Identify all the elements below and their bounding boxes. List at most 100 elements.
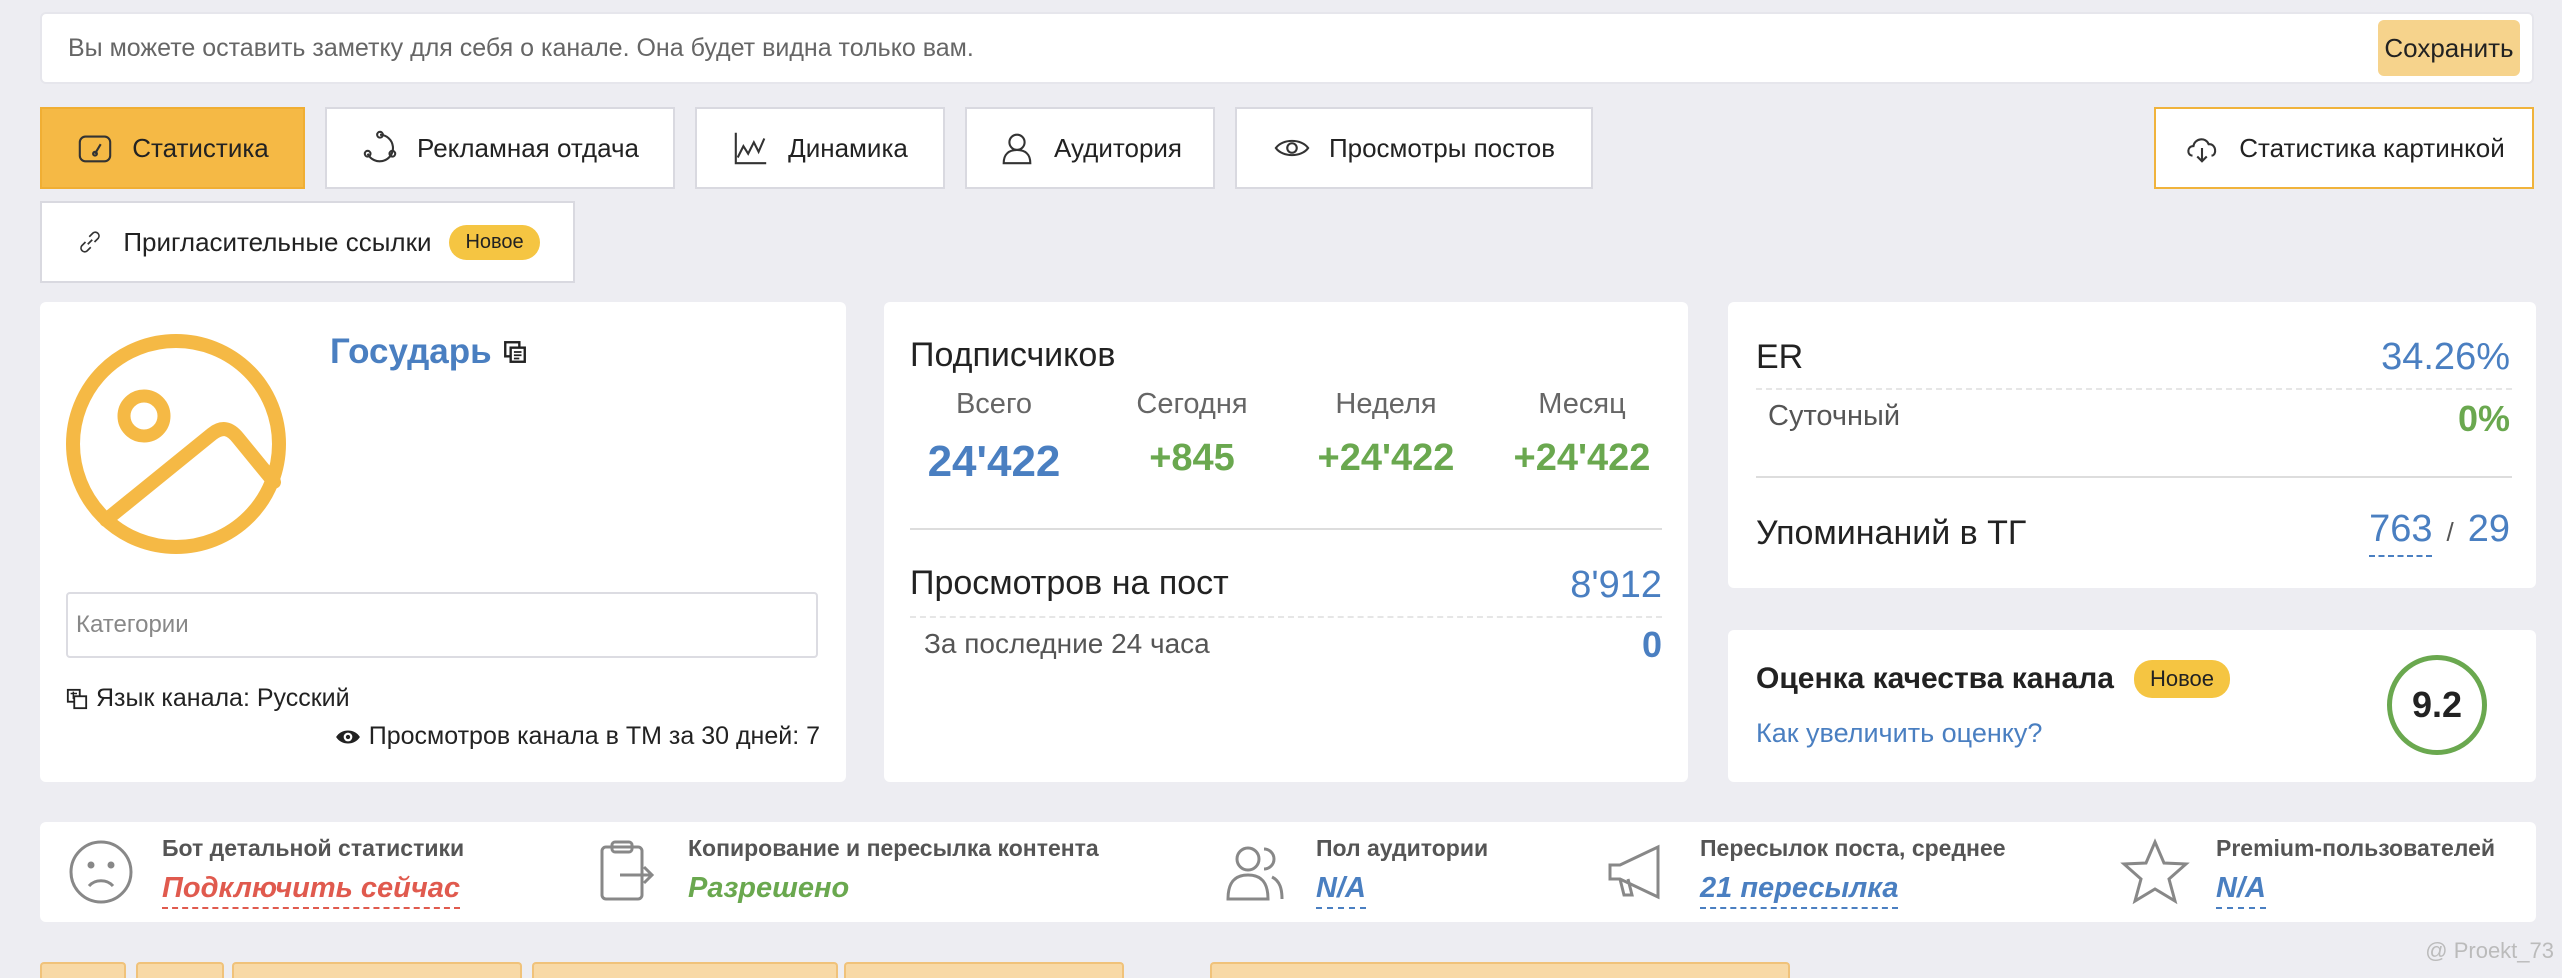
mentions-values: 763 / 29 <box>2369 508 2510 557</box>
column-label: Неделя <box>1335 388 1437 420</box>
channel-name[interactable]: Государь <box>330 332 528 372</box>
new-badge: Новое <box>449 224 540 260</box>
channel-quality-card: Оценка качества канала Новое Как увеличи… <box>1728 630 2536 782</box>
eye-icon <box>1274 139 1310 157</box>
er-daily-value: 0% <box>2457 398 2510 439</box>
channel-tm-views-text: Просмотров канала в ТМ за 30 дней: 7 <box>368 722 820 750</box>
feature-stats-bot: Бот детальной статистики Подключить сейч… <box>66 822 464 922</box>
mentions-label: Упоминаний в ТГ <box>1756 514 2027 552</box>
tab-statistics[interactable]: Статистика <box>40 107 305 189</box>
column-value: 24'422 <box>927 437 1061 486</box>
feature-forwards: Пересылок поста, среднее 21 пересылка <box>1604 822 2006 922</box>
feature-value: Разрешено <box>688 872 850 904</box>
users-icon <box>1226 846 1284 901</box>
divider <box>1756 388 2512 390</box>
star-icon <box>2120 838 2190 905</box>
column-value: +24'422 <box>1513 437 1651 479</box>
watermark: @ Proekt_73 <box>2425 938 2554 963</box>
feature-audience-gender: Пол аудитории N/A <box>1220 822 1488 922</box>
channel-language-text: Язык канала: Русский <box>96 684 350 712</box>
stats-image-button[interactable]: Статистика картинкой <box>2154 107 2534 189</box>
mentions-value[interactable]: 763 <box>2369 508 2433 557</box>
feature-title: Бот детальной статистики <box>162 835 465 861</box>
category-input[interactable] <box>66 592 818 658</box>
divider <box>910 528 1662 530</box>
cloud-download-icon <box>2187 138 2217 163</box>
channel-note-input[interactable] <box>68 14 2368 82</box>
tab-label: Просмотры постов <box>1328 132 1556 163</box>
channel-avatar-placeholder-icon <box>66 334 286 554</box>
tab-label: Рекламная отдача <box>417 132 639 163</box>
tab-invite-links[interactable]: Пригласительные ссылки Новое <box>40 201 575 283</box>
mentions-separator: / <box>2446 517 2454 547</box>
column-label: Сегодня <box>1136 388 1248 420</box>
divider <box>1756 476 2512 478</box>
clipboard-forward-icon <box>600 840 655 901</box>
feature-premium-users: Premium-пользователей N/A <box>2120 822 2495 922</box>
cycle-icon <box>363 130 397 163</box>
subscribers-today: Сегодня +845 <box>1102 388 1282 480</box>
views-per-post-value: 8'912 <box>1570 564 1662 606</box>
views-per-post-label: Просмотров на пост <box>910 564 1229 602</box>
feature-value[interactable]: 21 пересылка <box>1700 872 1899 909</box>
mentions-value-2: 29 <box>2467 508 2510 550</box>
feature-title: Пол аудитории <box>1316 835 1489 861</box>
line-chart-icon <box>734 132 767 165</box>
features-strip: Бот детальной статистики Подключить сейч… <box>40 822 2536 922</box>
user-icon <box>1002 133 1032 165</box>
tab-post-views[interactable]: Просмотры постов <box>1235 107 1593 189</box>
er-card: ER 34.26% Суточный 0% Упоминаний в ТГ 76… <box>1728 302 2536 588</box>
column-value: +845 <box>1149 437 1235 479</box>
er-daily-label: Суточный <box>1768 400 1901 432</box>
period-button[interactable] <box>40 962 126 978</box>
subscribers-week: Неделя +24'422 <box>1296 388 1476 480</box>
subscribers-title: Подписчиков <box>910 336 1116 374</box>
period-button[interactable] <box>232 962 522 978</box>
feature-value[interactable]: N/A <box>2216 872 2266 909</box>
tab-audience[interactable]: Аудитория <box>965 107 1215 189</box>
improve-score-link[interactable]: Как увеличить оценку? <box>1756 718 2042 749</box>
quality-title-row: Оценка качества канала Новое <box>1756 660 2231 698</box>
subscribers-total: Всего 24'422 <box>904 388 1084 487</box>
channel-language: Язык канала: Русский <box>66 684 350 713</box>
column-value: +24'422 <box>1317 437 1455 479</box>
last-24h-label: За последние 24 часа <box>924 628 1210 659</box>
er-label: ER <box>1756 338 1804 376</box>
tab-ad-return[interactable]: Рекламная отдача <box>325 107 675 189</box>
channel-name-text[interactable]: Государь <box>330 332 492 372</box>
er-value: 34.26% <box>2381 336 2510 378</box>
quality-score-badge: 9.2 <box>2387 655 2487 755</box>
sad-face-icon <box>69 840 133 904</box>
channel-note-bar: Сохранить <box>40 12 2534 84</box>
feature-title: Premium-пользователей <box>2216 835 2496 861</box>
divider <box>910 616 1662 618</box>
subscribers-month: Месяц +24'422 <box>1492 388 1672 480</box>
megaphone-icon <box>1608 844 1660 900</box>
last-24h-value: 0 <box>1641 624 1662 665</box>
channel-info-card: Государь Язык канала: Русский Просмотров… <box>40 302 846 782</box>
tab-label: Статистика <box>132 132 269 163</box>
period-button[interactable] <box>136 962 224 978</box>
quality-title: Оценка качества канала <box>1756 662 2114 695</box>
tab-label: Пригласительные ссылки <box>123 226 432 257</box>
eye-icon <box>335 730 360 743</box>
column-label: Месяц <box>1538 388 1626 420</box>
save-note-button[interactable]: Сохранить <box>2378 20 2520 76</box>
stats-image-button-label: Статистика картинкой <box>2239 132 2505 163</box>
period-button[interactable] <box>1210 962 1790 978</box>
feature-value[interactable]: Подключить сейчас <box>162 872 461 909</box>
speedometer-icon <box>78 135 112 163</box>
feature-value[interactable]: N/A <box>1316 872 1366 909</box>
period-button[interactable] <box>532 962 838 978</box>
link-icon <box>80 231 101 253</box>
tab-dynamics[interactable]: Динамика <box>695 107 945 189</box>
copy-icon[interactable] <box>502 339 528 365</box>
channel-tm-views: Просмотров канала в ТМ за 30 дней: 7 <box>335 722 820 751</box>
quality-score: 9.2 <box>2411 684 2463 725</box>
feature-content-copy: Копирование и пересылка контента Разреше… <box>592 822 1099 922</box>
period-button[interactable] <box>844 962 1124 978</box>
tab-label: Аудитория <box>1053 132 1183 163</box>
tab-label: Динамика <box>788 132 908 163</box>
column-label: Всего <box>955 388 1033 420</box>
translate-icon <box>66 688 88 709</box>
